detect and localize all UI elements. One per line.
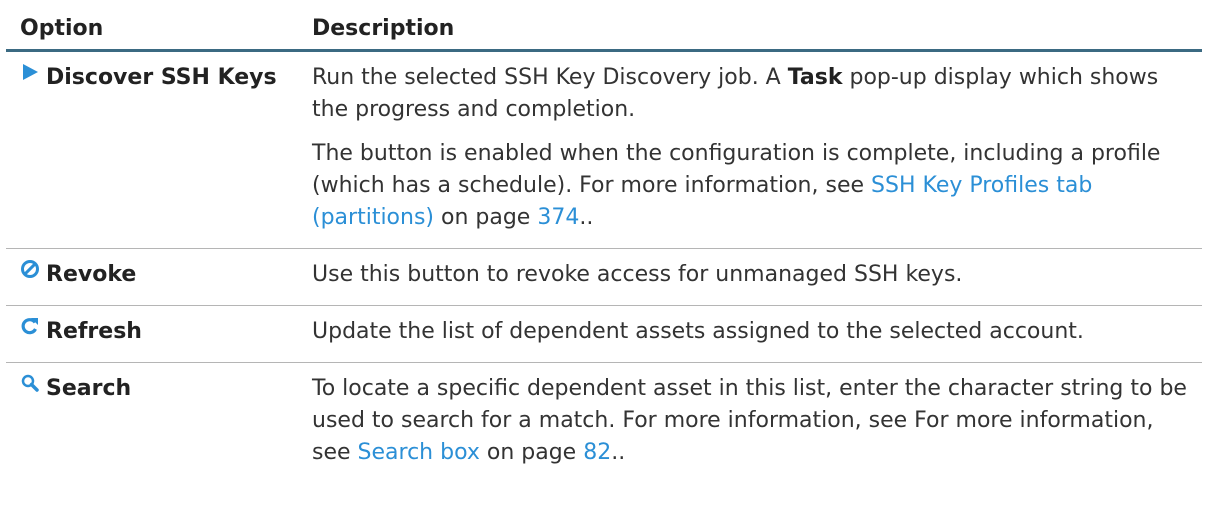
description-text: on page bbox=[479, 440, 584, 465]
description-text: on page bbox=[434, 205, 538, 230]
option-cell: Search bbox=[6, 363, 312, 484]
table-row: Revoke Use this button to revoke access … bbox=[6, 249, 1202, 306]
option-label: Revoke bbox=[46, 262, 137, 287]
description-text: .. bbox=[611, 440, 626, 465]
option-label: Search bbox=[46, 376, 132, 401]
header-description: Description bbox=[312, 16, 455, 41]
search-box-link[interactable]: Search box bbox=[358, 440, 480, 465]
header-option: Option bbox=[20, 16, 104, 41]
option-label: Refresh bbox=[46, 319, 142, 344]
description-cell: Run the selected SSH Key Discovery job. … bbox=[312, 51, 1202, 249]
page-link[interactable]: 82 bbox=[583, 440, 611, 465]
page-link[interactable]: 374 bbox=[537, 205, 579, 230]
option-cell: Revoke bbox=[6, 249, 312, 306]
description-paragraph: Update the list of dependent assets assi… bbox=[312, 319, 1084, 344]
description-text: .. bbox=[579, 205, 594, 230]
description-text: Run the selected SSH Key Discovery job. … bbox=[312, 65, 788, 90]
option-cell: Discover SSH Keys bbox=[6, 51, 312, 249]
play-icon bbox=[20, 60, 40, 92]
bold-term: Task bbox=[787, 65, 843, 90]
table-row: Discover SSH Keys Run the selected SSH K… bbox=[6, 51, 1202, 249]
description-cell: Update the list of dependent assets assi… bbox=[312, 306, 1202, 363]
refresh-icon bbox=[20, 314, 40, 346]
options-table: Option Description Discover SSH Keys Run… bbox=[6, 0, 1202, 483]
option-label: Discover SSH Keys bbox=[46, 65, 277, 90]
table-row: Refresh Update the list of dependent ass… bbox=[6, 306, 1202, 363]
description-paragraph: The button is enabled when the configura… bbox=[312, 138, 1194, 234]
description-paragraph: To locate a specific dependent asset in … bbox=[312, 373, 1194, 469]
description-cell: Use this button to revoke access for unm… bbox=[312, 249, 1202, 306]
description-paragraph: Use this button to revoke access for unm… bbox=[312, 262, 963, 287]
revoke-icon bbox=[20, 257, 40, 289]
description-paragraph: Run the selected SSH Key Discovery job. … bbox=[312, 62, 1194, 126]
table-header-row: Option Description bbox=[6, 0, 1202, 51]
table-row: Search To locate a specific dependent as… bbox=[6, 363, 1202, 484]
search-icon bbox=[20, 371, 40, 403]
option-cell: Refresh bbox=[6, 306, 312, 363]
description-cell: To locate a specific dependent asset in … bbox=[312, 363, 1202, 484]
